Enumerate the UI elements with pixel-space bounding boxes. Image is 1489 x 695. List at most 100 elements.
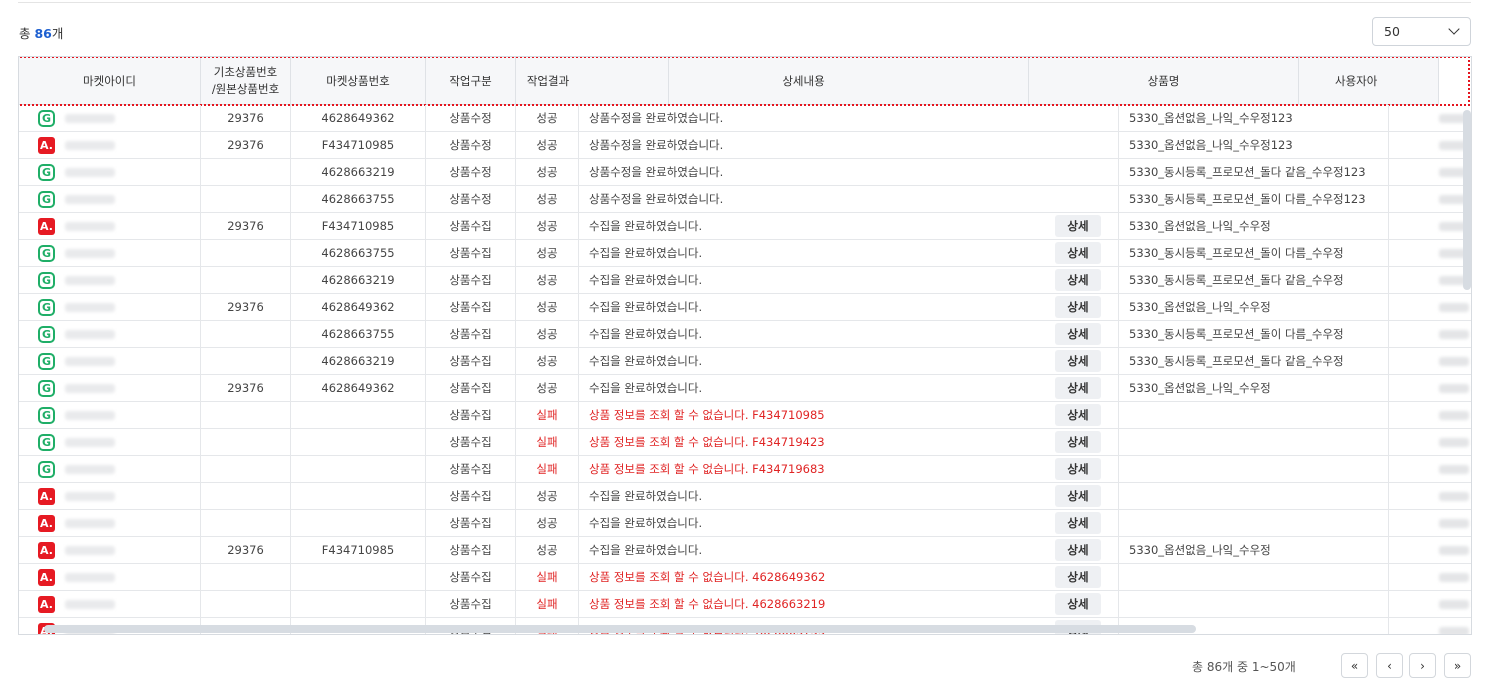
next-page-button[interactable]: › <box>1409 653 1436 678</box>
cell-job-result: 성공 <box>516 375 579 401</box>
cell-market: G <box>19 348 201 374</box>
page-size-select[interactable]: 50 <box>1372 17 1471 46</box>
cell-detail: 수집을 완료하였습니다. 상세 <box>579 240 1119 266</box>
masked-user <box>1439 437 1469 447</box>
header-job-type[interactable]: 작업구분 <box>426 57 516 105</box>
detail-button[interactable]: 상세 <box>1055 296 1101 318</box>
table-row[interactable]: G 29376 4628649362 상품수집 성공 수집을 완료하였습니다. 상세 5330… <box>19 294 1471 321</box>
cell-job-type: 상품수집 <box>426 321 516 347</box>
masked-user <box>1439 464 1469 474</box>
cell-product-name: 5330_동시등록_프로모션_돌다 같음_수우정 <box>1119 267 1389 293</box>
detail-button[interactable]: 상세 <box>1055 404 1101 426</box>
detail-button[interactable]: 상세 <box>1055 458 1101 480</box>
detail-message: 상품수정을 완료하였습니다. <box>589 192 724 206</box>
table-row[interactable]: G 상품수집 실패 상품 정보를 조회 할 수 없습니다. F434710985 상세 <box>19 402 1471 429</box>
table-row[interactable]: G 29376 4628649362 상품수정 성공 상품수정을 완료하였습니다. 5330… <box>19 105 1471 132</box>
last-page-button[interactable]: » <box>1444 653 1471 678</box>
header-detail[interactable]: 상세내용 <box>579 57 1029 105</box>
masked-user <box>1439 410 1469 420</box>
detail-button[interactable]: 상세 <box>1055 593 1101 615</box>
header-market-product-no[interactable]: 마켓상품번호 <box>291 57 426 105</box>
detail-message: 수집을 완료하였습니다. <box>589 381 703 395</box>
cell-job-type: 상품수집 <box>426 213 516 239</box>
masked-market-id <box>65 572 115 582</box>
table-row[interactable]: G 29376 4628649362 상품수집 성공 수집을 완료하였습니다. 상세 5330… <box>19 375 1471 402</box>
detail-button[interactable]: 상세 <box>1055 377 1101 399</box>
cell-job-type: 상품수집 <box>426 591 516 617</box>
cell-market-product-no: 4628649362 <box>291 375 426 401</box>
cell-market: G <box>19 375 201 401</box>
table-row[interactable]: A. 상품수집 성공 수집을 완료하였습니다. 상세 <box>19 510 1471 537</box>
cell-detail: 상품수정을 완료하였습니다. <box>579 186 1119 212</box>
table-row[interactable]: G 4628663755 상품수집 성공 수집을 완료하였습니다. 상세 5330_동시등록… <box>19 321 1471 348</box>
cell-market-product-no <box>291 510 426 536</box>
detail-button[interactable]: 상세 <box>1055 215 1101 237</box>
cell-market-product-no: 4628663219 <box>291 159 426 185</box>
detail-message: 수집을 완료하였습니다. <box>589 516 703 530</box>
cell-market: G <box>19 402 201 428</box>
cell-user <box>1389 564 1471 590</box>
detail-button[interactable]: 상세 <box>1055 512 1101 534</box>
cell-detail: 상품 정보를 조회 할 수 없습니다. F434719423 상세 <box>579 429 1119 455</box>
table-row[interactable]: A. 상품수집 성공 수집을 완료하였습니다. 상세 <box>19 483 1471 510</box>
table-row[interactable]: A. 29376 F434710985 상품수정 성공 상품수정을 완료하였습니다. 533… <box>19 132 1471 159</box>
detail-button[interactable]: 상세 <box>1055 350 1101 372</box>
detail-button[interactable]: 상세 <box>1055 485 1101 507</box>
detail-button[interactable]: 상세 <box>1055 566 1101 588</box>
detail-message: 수집을 완료하였습니다. <box>589 543 703 557</box>
cell-market-product-no <box>291 402 426 428</box>
detail-button[interactable]: 상세 <box>1055 431 1101 453</box>
cell-job-result: 실패 <box>516 429 579 455</box>
vertical-scrollbar[interactable] <box>1463 110 1471 290</box>
cell-job-type: 상품수집 <box>426 375 516 401</box>
table-row[interactable]: G 상품수집 실패 상품 정보를 조회 할 수 없습니다. F434719683 상세 <box>19 456 1471 483</box>
cell-product-name: 5330_옵션없음_나잌_수우정 <box>1119 537 1389 563</box>
masked-market-id <box>65 113 115 123</box>
cell-base-no <box>201 429 291 455</box>
masked-market-id <box>65 437 115 447</box>
table-row[interactable]: G 4628663219 상품수집 성공 수집을 완료하였습니다. 상세 5330_동시등록… <box>19 348 1471 375</box>
detail-message: 수집을 완료하였습니다. <box>589 327 703 341</box>
table-row[interactable]: G 4628663219 상품수정 성공 상품수정을 완료하였습니다. 5330_동시등록… <box>19 159 1471 186</box>
cell-product-name: 5330_옵션없음_나잌_수우정 <box>1119 294 1389 320</box>
table-row[interactable]: G 4628663755 상품수정 성공 상품수정을 완료하였습니다. 5330_동시등록… <box>19 186 1471 213</box>
detail-message: 상품 정보를 조회 할 수 없습니다. 4628663219 <box>589 597 826 611</box>
header-market-id[interactable]: 마켓아이디 <box>19 57 201 105</box>
header-product-name[interactable]: 상품명 <box>1029 57 1299 105</box>
header-base-product-no[interactable]: 기초상품번호 /원본상품번호 <box>201 57 291 105</box>
cell-detail: 수집을 완료하였습니다. 상세 <box>579 267 1119 293</box>
cell-job-type: 상품수집 <box>426 510 516 536</box>
table-row[interactable]: G 상품수집 실패 상품 정보를 조회 할 수 없습니다. F434719423 상세 <box>19 429 1471 456</box>
table-row[interactable]: A. 상품수집 실패 상품 정보를 조회 할 수 없습니다. 4628649362 상세 <box>19 564 1471 591</box>
detail-message: 수집을 완료하였습니다. <box>589 354 703 368</box>
cell-user <box>1389 537 1471 563</box>
header-user[interactable]: 사용자아 <box>1299 57 1439 105</box>
table-row[interactable]: A. 29376 F434710985 상품수집 성공 수집을 완료하였습니다. 상세 533… <box>19 213 1471 240</box>
gmarket-logo-icon: G <box>38 379 55 397</box>
first-page-button[interactable]: « <box>1341 653 1368 678</box>
cell-job-type: 상품수집 <box>426 240 516 266</box>
cell-job-result: 성공 <box>516 537 579 563</box>
detail-button[interactable]: 상세 <box>1055 269 1101 291</box>
table-row[interactable]: G 4628663755 상품수집 성공 수집을 완료하였습니다. 상세 5330_동시등록… <box>19 240 1471 267</box>
gmarket-logo-icon: G <box>38 109 55 127</box>
horizontal-scrollbar[interactable] <box>44 625 1196 633</box>
detail-button[interactable]: 상세 <box>1055 539 1101 561</box>
cell-base-no <box>201 186 291 212</box>
masked-market-id <box>65 221 115 231</box>
cell-user <box>1389 375 1471 401</box>
cell-market: A. <box>19 213 201 239</box>
detail-button[interactable]: 상세 <box>1055 323 1101 345</box>
cell-detail: 수집을 완료하였습니다. 상세 <box>579 348 1119 374</box>
table-row[interactable]: A. 상품수집 실패 상품 정보를 조회 할 수 없습니다. 4628663219 상세 <box>19 591 1471 618</box>
table-row[interactable]: G 4628663219 상품수집 성공 수집을 완료하였습니다. 상세 5330_동시등록… <box>19 267 1471 294</box>
auction-logo-icon: A. <box>38 568 55 586</box>
cell-base-no: 29376 <box>201 375 291 401</box>
cell-market: A. <box>19 591 201 617</box>
gmarket-logo-icon: G <box>38 406 55 424</box>
cell-market-product-no <box>291 483 426 509</box>
prev-page-button[interactable]: ‹ <box>1376 653 1403 678</box>
detail-button[interactable]: 상세 <box>1055 242 1101 264</box>
gmarket-logo-icon: G <box>38 271 55 289</box>
table-row[interactable]: A. 29376 F434710985 상품수집 성공 수집을 완료하였습니다. 상세 533… <box>19 537 1471 564</box>
